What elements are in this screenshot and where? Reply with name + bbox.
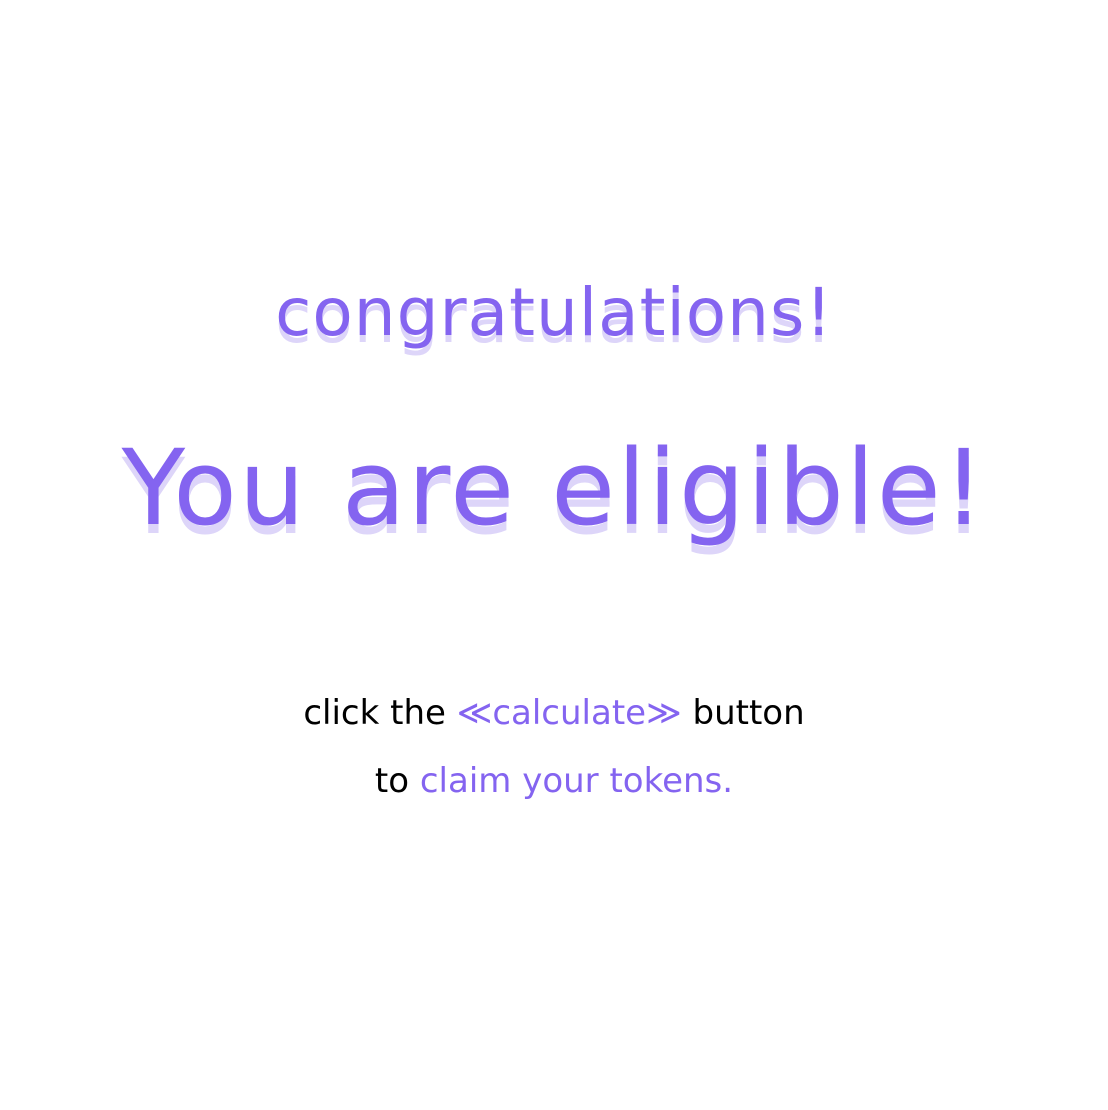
eligible-heading: You are eligible!	[121, 427, 987, 549]
instruction-line-1: click the ≪calculate≫ button	[0, 688, 1108, 738]
eligibility-message-page: congratulations! You are eligible! click…	[0, 0, 1108, 1110]
double-chevron-left-icon: ≪	[456, 693, 493, 733]
instruction-line-2: to claim your tokens.	[0, 756, 1108, 806]
double-chevron-right-icon: ≫	[646, 693, 682, 733]
congratulations-heading: congratulations!	[275, 274, 833, 351]
instruction-prefix: click the	[303, 693, 446, 733]
instruction-line2-prefix: to	[374, 761, 410, 801]
instruction-suffix: button	[692, 693, 805, 733]
calculate-button-reference[interactable]: ≪calculate≫	[457, 693, 682, 733]
calculate-label: calculate	[492, 693, 647, 733]
claim-tokens-text: claim your tokens.	[419, 761, 734, 801]
